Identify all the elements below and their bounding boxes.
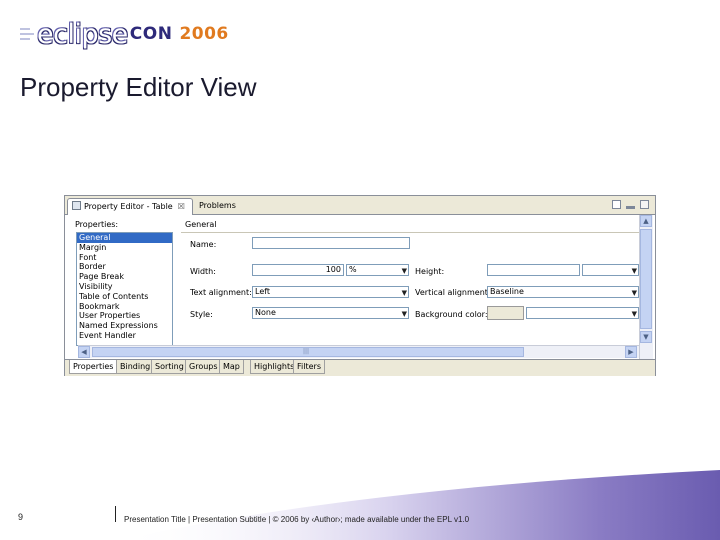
eclipsecon-logo: eclipse CON 2006: [20, 16, 229, 52]
list-item[interactable]: General: [77, 233, 172, 243]
height-label: Height:: [415, 267, 445, 276]
vertical-alignment-label: Vertical alignment:: [415, 288, 491, 297]
tab-property-editor-label: Property Editor - Table: [84, 202, 173, 211]
tab-problems-label: Problems: [199, 201, 236, 210]
background-color-swatch-button[interactable]: [487, 306, 524, 320]
list-item[interactable]: Visibility: [77, 282, 172, 292]
chevron-down-icon: ▼: [401, 310, 407, 318]
vertical-scroll-thumb[interactable]: [640, 229, 652, 329]
name-field[interactable]: [252, 237, 410, 249]
tab-highlights[interactable]: Highlights: [250, 360, 299, 374]
property-editor-icon: [72, 201, 81, 210]
list-item[interactable]: Bookmark: [77, 302, 172, 312]
tab-property-editor[interactable]: Property Editor - Table ☒: [67, 198, 193, 215]
chevron-down-icon: ▼: [401, 289, 407, 297]
section-header: General: [185, 220, 217, 229]
vertical-alignment-value: Baseline: [490, 287, 524, 296]
view-tab-bar: Property Editor - Table ☒ Problems: [65, 196, 655, 215]
tab-groups[interactable]: Groups: [185, 360, 222, 374]
chevron-down-icon: ▼: [401, 267, 407, 275]
chevron-down-icon: ▼: [631, 289, 637, 297]
height-field[interactable]: [487, 264, 580, 276]
horizontal-scrollbar[interactable]: ◀ ||| ▶: [78, 345, 639, 358]
height-unit-select[interactable]: ▼: [582, 264, 639, 276]
section-divider: [181, 232, 639, 233]
style-select[interactable]: None ▼: [252, 307, 409, 319]
text-alignment-label: Text alignment:: [190, 288, 252, 297]
text-alignment-value: Left: [255, 287, 271, 296]
list-item[interactable]: Named Expressions: [77, 321, 172, 331]
view-body: Properties: General Margin Font Border P…: [65, 215, 655, 359]
width-unit-select[interactable]: % ▼: [346, 264, 409, 276]
tab-map[interactable]: Map: [219, 360, 244, 374]
property-editor-view: Property Editor - Table ☒ Problems Proper…: [64, 195, 656, 376]
logo-speed-lines: [20, 28, 35, 40]
scroll-right-icon[interactable]: ▶: [625, 346, 637, 358]
tab-sorting[interactable]: Sorting: [151, 360, 188, 374]
name-label: Name:: [190, 240, 217, 249]
slide-title: Property Editor View: [20, 72, 257, 102]
list-item[interactable]: Event Handler: [77, 331, 172, 341]
scroll-down-icon[interactable]: ▼: [640, 331, 652, 343]
chevron-down-icon: ▼: [631, 310, 637, 318]
tab-binding[interactable]: Binding: [116, 360, 155, 374]
property-category-list[interactable]: General Margin Font Border Page Break Vi…: [76, 232, 173, 346]
list-item[interactable]: Margin: [77, 243, 172, 253]
footer-divider: [115, 506, 116, 522]
scroll-grip: |||: [303, 348, 310, 355]
vertical-scrollbar[interactable]: ▲ ▼: [639, 215, 653, 359]
style-value: None: [255, 308, 276, 317]
width-label: Width:: [190, 267, 216, 276]
maximize-icon[interactable]: [640, 200, 649, 209]
list-item[interactable]: User Properties: [77, 311, 172, 321]
tab-properties[interactable]: Properties: [69, 360, 118, 374]
list-item[interactable]: Border: [77, 262, 172, 272]
chevron-down-icon: ▼: [631, 267, 637, 275]
style-label: Style:: [190, 310, 213, 319]
list-item[interactable]: Font: [77, 253, 172, 263]
tab-filters[interactable]: Filters: [293, 360, 325, 374]
logo-year: 2006: [179, 24, 229, 44]
list-item[interactable]: Page Break: [77, 272, 172, 282]
vertical-alignment-select[interactable]: Baseline ▼: [487, 286, 639, 298]
width-unit-value: %: [349, 265, 357, 274]
export-icon[interactable]: [612, 200, 621, 209]
properties-header: Properties:: [75, 220, 119, 229]
page-number: 9: [18, 512, 24, 522]
background-color-label: Background color:: [415, 310, 488, 319]
scroll-left-icon[interactable]: ◀: [78, 346, 90, 358]
footer-text: Presentation Title | Presentation Subtit…: [124, 515, 470, 524]
tab-close-icon[interactable]: ☒: [178, 202, 185, 211]
bottom-tab-bar: Properties Binding Sorting Groups Map Hi…: [65, 359, 655, 376]
text-alignment-select[interactable]: Left ▼: [252, 286, 409, 298]
logo-word: eclipse: [37, 18, 128, 50]
horizontal-scroll-thumb[interactable]: |||: [92, 347, 524, 357]
minimize-icon[interactable]: [626, 206, 635, 209]
list-item[interactable]: Table of Contents: [77, 292, 172, 302]
scroll-up-icon[interactable]: ▲: [640, 215, 652, 227]
tab-problems[interactable]: Problems: [195, 198, 240, 214]
background-color-select[interactable]: ▼: [526, 307, 639, 319]
logo-con: CON: [129, 24, 173, 44]
width-field[interactable]: 100: [252, 264, 344, 276]
general-section: General Name: Width: 100 % ▼ Height: ▼ Te…: [181, 215, 639, 359]
